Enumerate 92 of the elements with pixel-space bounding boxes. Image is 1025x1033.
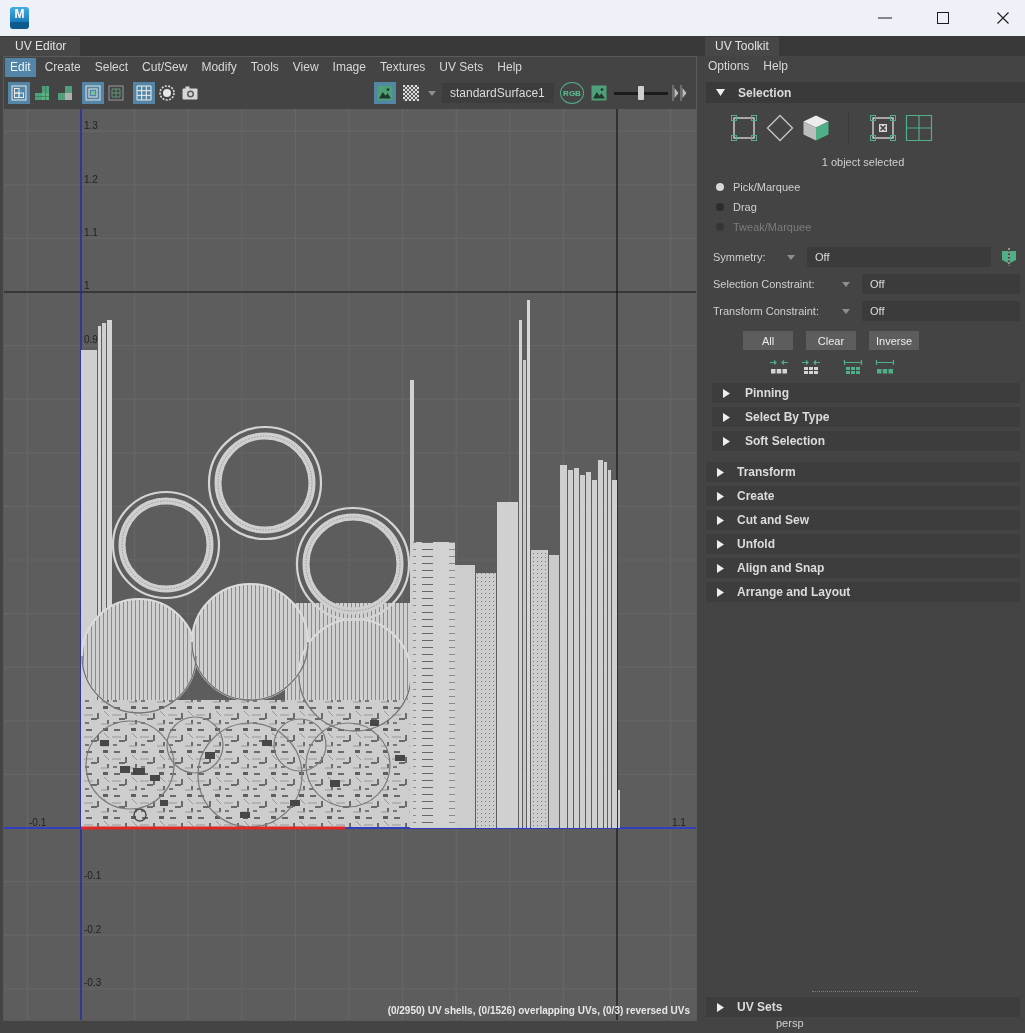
right-triangle-icon[interactable] — [716, 515, 725, 525]
right-triangle-icon[interactable] — [716, 587, 725, 597]
axis-label: 1.3 — [84, 120, 98, 131]
close-icon[interactable] — [997, 12, 1009, 24]
picture-icon — [591, 85, 607, 101]
radio-button[interactable] — [716, 183, 724, 191]
handles-square-icon[interactable] — [730, 114, 758, 142]
axis-label: -0.1 — [84, 870, 102, 882]
caret-icon[interactable] — [842, 281, 850, 287]
menu-item[interactable]: Options — [708, 59, 750, 73]
menu-item[interactable]: Image — [327, 57, 371, 77]
section-header[interactable]: Unfold — [706, 534, 1020, 554]
menu-item[interactable]: UV Sets — [434, 57, 489, 77]
stacked-squares-icon — [34, 85, 50, 101]
subsection-header[interactable]: Soft Selection — [712, 431, 1020, 451]
cube-icon[interactable] — [802, 114, 830, 142]
right-triangle-icon[interactable] — [722, 412, 731, 422]
field-label: Selection Constraint: — [713, 278, 816, 290]
menu-item[interactable]: Textures — [374, 57, 431, 77]
section-header[interactable]: Arrange and Layout — [706, 582, 1020, 602]
diamond-icon[interactable] — [766, 114, 794, 142]
nested-squares-icon — [11, 85, 27, 101]
menu-item[interactable]: Help — [492, 57, 527, 77]
caret-icon[interactable] — [428, 90, 436, 96]
right-triangle-icon[interactable] — [722, 388, 731, 398]
right-triangle-icon[interactable] — [716, 1002, 725, 1012]
dropdown-field[interactable]: Off — [862, 301, 1020, 321]
picture-icon — [377, 85, 393, 101]
field-label: Transform Constraint: — [713, 305, 820, 317]
down-triangle-icon[interactable] — [716, 88, 725, 97]
inward-arrows-grid-icon[interactable] — [801, 359, 821, 375]
toolbar-button[interactable] — [400, 82, 422, 104]
caret-icon[interactable] — [842, 308, 850, 314]
uv-status-text: (0/2950) UV shells, (0/1526) overlapping UVs, (0/3) reversed UVs — [387, 1005, 690, 1016]
right-triangle-icon[interactable] — [722, 436, 731, 446]
camera-icon — [182, 85, 198, 101]
toolbar-button[interactable] — [374, 82, 396, 104]
section-header[interactable]: Cut and Sew — [706, 510, 1020, 530]
action-button[interactable]: Clear — [806, 331, 856, 350]
section-header[interactable]: Align and Snap — [706, 558, 1020, 578]
right-triangle-icon[interactable] — [716, 467, 725, 477]
radio-label[interactable]: Pick/Marquee — [733, 181, 801, 193]
material-dropdown[interactable]: standardSurface1 — [442, 83, 554, 103]
menu-item[interactable]: Tools — [245, 57, 284, 77]
dropdown-field[interactable]: Off — [862, 274, 1020, 294]
right-triangle-icon[interactable] — [716, 491, 725, 501]
maximize-icon[interactable] — [937, 12, 949, 24]
framed-grid-icon — [108, 85, 124, 101]
dropdown-field[interactable]: Off — [807, 247, 991, 267]
right-triangle-icon[interactable] — [716, 563, 725, 573]
section-header[interactable]: UV Sets — [706, 997, 1020, 1017]
selection-status: 1 object selected — [821, 156, 905, 168]
menu-item[interactable]: Create — [39, 57, 86, 77]
menu-item[interactable]: Select — [89, 57, 134, 77]
action-button[interactable]: Inverse — [869, 331, 919, 350]
radio-button[interactable] — [716, 203, 724, 211]
app-logo: M — [10, 7, 29, 29]
menu-item[interactable]: Modify — [196, 57, 242, 77]
axis-label: -0.3 — [84, 977, 102, 989]
menu-item[interactable]: View — [287, 57, 324, 77]
panel-tab[interactable]: UV Editor — [0, 37, 81, 56]
axis-label: -0.1 — [29, 817, 47, 828]
four-grid-icon[interactable] — [905, 114, 933, 142]
viewport-label: persp — [776, 1017, 804, 1029]
subsection-header[interactable]: Select By Type — [712, 407, 1020, 427]
menu-item[interactable]: Edit — [5, 57, 36, 77]
section-header[interactable]: Transform — [706, 462, 1020, 482]
checkerboard-icon — [403, 85, 419, 101]
marked-square-icon[interactable] — [869, 114, 897, 142]
span-arrow-grid-icon[interactable] — [843, 359, 863, 375]
grid-icon — [136, 85, 152, 101]
menu-item[interactable]: Cut/Sew — [137, 57, 193, 77]
span-arrow-row-icon[interactable] — [875, 359, 895, 375]
mirror-icon[interactable] — [1001, 248, 1017, 266]
radio-label[interactable]: Drag — [733, 201, 757, 213]
section-header[interactable]: Selection — [706, 82, 1025, 103]
subsection-header[interactable]: Pinning — [712, 383, 1020, 403]
panel-tab[interactable]: UV Toolkit — [705, 37, 779, 56]
section-header[interactable]: Create — [706, 486, 1020, 506]
caret-icon[interactable] — [787, 254, 795, 260]
right-triangle-icon[interactable] — [716, 539, 725, 549]
dotted-circle-icon — [159, 85, 175, 101]
inward-arrows-row-icon[interactable] — [769, 359, 789, 375]
toolbar-button[interactable] — [156, 82, 178, 104]
axis-label: 1.2 — [84, 173, 98, 185]
chevrons-icon[interactable] — [672, 84, 688, 102]
framed-square-icon — [85, 85, 101, 101]
field-label: Symmetry: — [713, 251, 767, 263]
mixed-squares-icon — [57, 85, 73, 101]
menu-item[interactable]: Help — [763, 59, 789, 73]
slider-thumb[interactable] — [638, 86, 644, 100]
action-button[interactable]: All — [743, 331, 793, 350]
